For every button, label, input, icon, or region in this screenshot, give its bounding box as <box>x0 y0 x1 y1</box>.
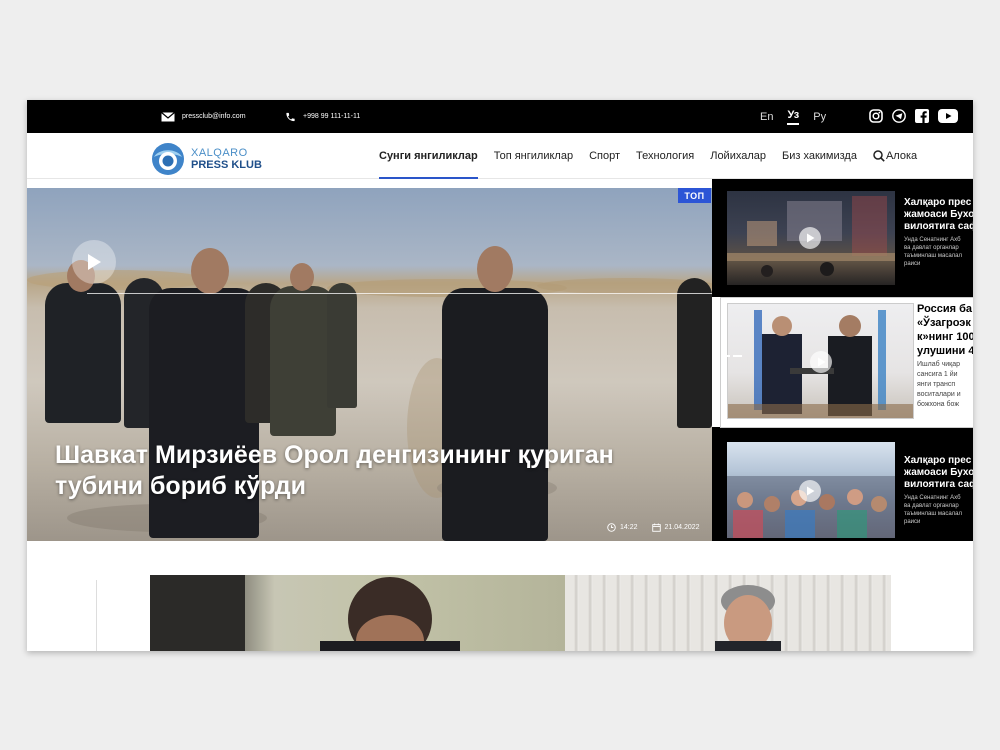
hero-date: 21.04.2022 <box>651 523 700 532</box>
side-news-desc: Унда Сенатнинг Ахб ва давлат органлар та… <box>904 495 963 525</box>
main-menu: Сунги янгиликлар Топ янгиликлар Спорт Те… <box>379 133 917 179</box>
thumb-play-button[interactable] <box>799 480 821 502</box>
language-switcher: En Уз Ру <box>760 100 826 133</box>
lang-en[interactable]: En <box>760 111 773 123</box>
logo-text: XALQARO PRESS KLUB <box>191 146 262 171</box>
news-thumbnail <box>727 191 895 285</box>
side-news-title: Халқаро прес жамоаси Бухо вилоятига саф <box>904 197 973 232</box>
slide-indicator <box>724 355 742 357</box>
email-text: pressclub@info.com <box>182 113 246 120</box>
hero-photo-person <box>327 283 357 408</box>
browser-page: pressclub@info.com +998 99 111-11-11 En … <box>27 100 973 651</box>
phone-text: +998 99 111-11-11 <box>303 113 361 120</box>
side-news-title: Халқаро прес жамоаси Бухо вилоятига саф <box>904 455 973 490</box>
main-navbar: XALQARO PRESS KLUB Сунги янгиликлар Топ … <box>27 133 973 179</box>
hero-date-text: 21.04.2022 <box>664 524 700 531</box>
news-card-image[interactable] <box>565 575 891 651</box>
side-news-desc: Унда Сенатнинг Ахб ва давлат органлар та… <box>904 237 963 267</box>
email-link[interactable]: pressclub@info.com <box>161 100 246 133</box>
hero-play-button[interactable] <box>72 240 116 284</box>
search-icon[interactable] <box>873 150 885 162</box>
hero-photo-head <box>290 263 314 291</box>
play-icon <box>88 254 101 270</box>
nav-contact-label: Алока <box>885 150 918 162</box>
thumb-play-button[interactable] <box>799 227 821 249</box>
phone-link[interactable]: +998 99 111-11-11 <box>285 100 360 133</box>
hero-photo-person <box>45 283 121 423</box>
instagram-icon[interactable] <box>869 109 883 123</box>
news-thumbnail <box>727 442 895 538</box>
nav-technology[interactable]: Технология <box>636 133 694 179</box>
active-slide-frame <box>720 297 973 428</box>
calendar-icon <box>651 523 661 532</box>
nav-sport[interactable]: Спорт <box>589 133 620 179</box>
section-divider <box>96 580 97 651</box>
facebook-icon[interactable] <box>915 109 929 123</box>
nav-about-us[interactable]: Биз хакимизда <box>782 133 857 179</box>
logo-mark-icon <box>152 143 184 175</box>
play-icon <box>806 486 814 496</box>
hero-divider-line <box>87 293 712 294</box>
phone-icon <box>286 112 295 121</box>
lang-ru[interactable]: Ру <box>813 111 826 123</box>
logo-line-1: XALQARO <box>191 146 248 159</box>
card-photo <box>150 575 460 651</box>
hero-time: 14:22 <box>607 523 638 532</box>
social-links <box>869 109 958 123</box>
play-icon <box>806 233 814 243</box>
clock-icon <box>607 523 616 532</box>
news-card-image[interactable] <box>150 575 565 651</box>
logo-line-2: PRESS KLUB <box>191 158 262 171</box>
card-photo <box>715 585 781 651</box>
hero-photo-person <box>677 278 712 428</box>
nav-contact[interactable]: Алока <box>873 133 917 179</box>
top-badge: ТОП <box>678 188 711 203</box>
hero-title[interactable]: Шавкат Мирзиёев Орол денгизининг қуриган… <box>55 440 675 502</box>
hero-photo-head <box>477 246 513 292</box>
hero-photo-head <box>191 248 229 294</box>
side-news-item[interactable]: Халқаро прес жамоаси Бухо вилоятига саф … <box>712 188 973 288</box>
mail-icon <box>161 111 175 121</box>
nav-top-news[interactable]: Топ янгиликлар <box>494 133 573 179</box>
youtube-icon[interactable] <box>938 109 958 123</box>
hero-meta: 14:22 21.04.2022 <box>607 523 700 532</box>
nav-latest-news[interactable]: Сунги янгиликлар <box>379 133 478 179</box>
lang-uz[interactable]: Уз <box>787 109 800 125</box>
site-logo[interactable]: XALQARO PRESS KLUB <box>151 142 262 176</box>
side-news-item[interactable]: Халқаро прес жамоаси Бухо вилоятига саф … <box>712 439 973 541</box>
hero-time-text: 14:22 <box>620 524 638 531</box>
telegram-icon[interactable] <box>892 109 906 123</box>
hero-photo-person <box>442 288 548 541</box>
hero-featured-news[interactable]: Шавкат Мирзиёев Орол денгизининг қуриган… <box>27 188 712 541</box>
top-bar: pressclub@info.com +998 99 111-11-11 En … <box>27 100 973 133</box>
nav-projects[interactable]: Лойихалар <box>710 133 766 179</box>
